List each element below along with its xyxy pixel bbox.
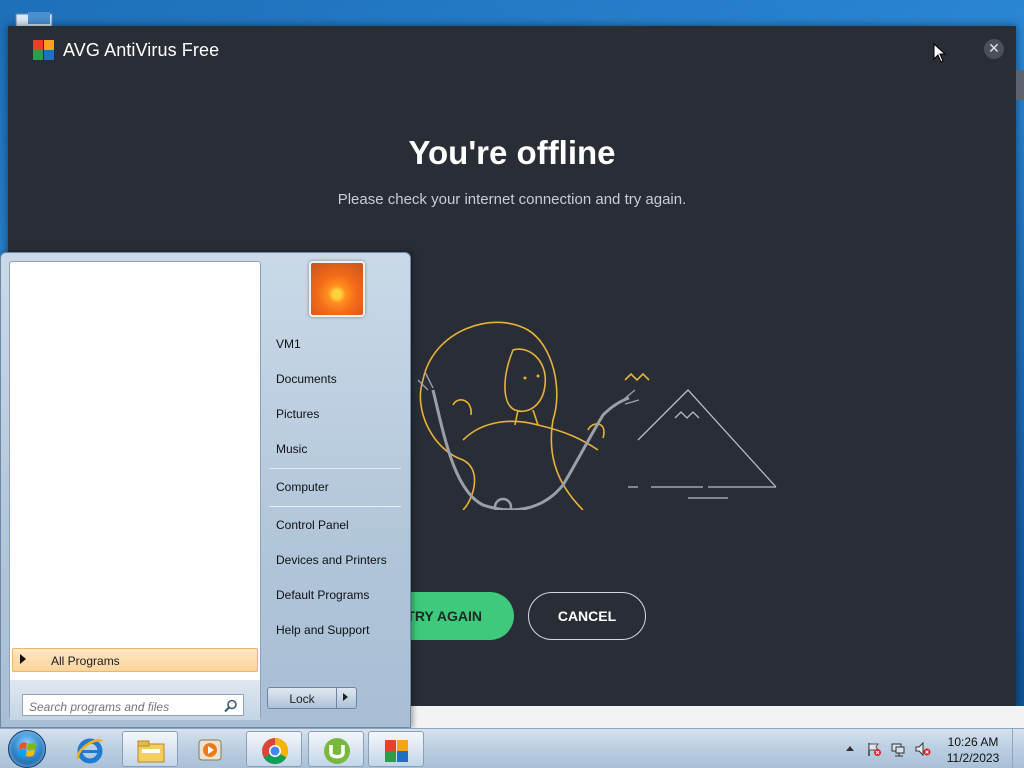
start-button[interactable] [8, 730, 46, 768]
avg-taskbar-button[interactable] [368, 731, 424, 767]
clock-time[interactable]: 10:26 AM [940, 735, 1006, 749]
menu-separator [269, 468, 401, 469]
start-item-control-panel[interactable]: Control Panel [276, 518, 349, 532]
window-titlebar[interactable]: AVG AntiVirus Free ✕ [8, 26, 1016, 74]
volume-muted-icon[interactable] [914, 741, 932, 757]
show-desktop-button[interactable] [1012, 729, 1024, 768]
avg-icon [385, 740, 408, 762]
windows-logo-icon [18, 742, 36, 757]
start-item-devices-printers[interactable]: Devices and Printers [276, 553, 387, 567]
media-player-button[interactable] [182, 731, 238, 767]
utorrent-button[interactable] [308, 731, 364, 767]
mouse-cursor-icon [933, 43, 947, 63]
utorrent-icon [324, 738, 350, 764]
start-item-computer[interactable]: Computer [276, 480, 329, 494]
close-button[interactable]: ✕ [984, 39, 1004, 59]
chrome-button[interactable] [246, 731, 302, 767]
start-item-music[interactable]: Music [276, 442, 307, 456]
window-title: AVG AntiVirus Free [63, 40, 220, 60]
search-icon[interactable] [224, 699, 238, 713]
right-arrow-icon [20, 654, 26, 664]
clock-date[interactable]: 11/2/2023 [940, 751, 1006, 765]
start-menu: All Programs VM1 Documents Pictures Musi… [0, 252, 411, 728]
file-explorer-icon [137, 740, 165, 763]
start-item-documents[interactable]: Documents [276, 372, 337, 386]
cancel-button[interactable]: CANCEL [528, 592, 646, 640]
desktop-computer-icon[interactable] [14, 8, 62, 28]
start-item-vm1[interactable]: VM1 [276, 337, 301, 351]
search-area [10, 680, 260, 720]
show-hidden-icons-icon[interactable] [846, 746, 854, 751]
media-player-icon [198, 739, 222, 761]
right-arrow-icon [343, 693, 348, 701]
all-programs-label: All Programs [51, 654, 120, 668]
offline-heading: You're offline [408, 134, 616, 171]
internet-explorer-button[interactable] [62, 731, 118, 767]
shutdown-options-button[interactable] [336, 688, 356, 708]
all-programs-button[interactable]: All Programs [12, 648, 258, 672]
user-picture[interactable] [309, 261, 365, 317]
programs-panel: All Programs [9, 261, 261, 720]
offline-message: Please check your internet connection an… [337, 191, 687, 208]
search-input[interactable] [22, 694, 244, 716]
chrome-icon [262, 737, 289, 765]
start-item-pictures[interactable]: Pictures [276, 407, 319, 421]
internet-explorer-icon [76, 738, 103, 764]
start-item-help-support[interactable]: Help and Support [276, 623, 369, 637]
taskbar: 10:26 AM 11/2/2023 [0, 728, 1024, 768]
network-icon[interactable] [890, 741, 906, 757]
background-window-edge [1016, 70, 1024, 100]
lock-label: Lock [289, 692, 315, 706]
background-window-strip [410, 706, 1024, 728]
file-explorer-button[interactable] [122, 731, 178, 767]
menu-separator [269, 506, 401, 507]
offline-illustration [417, 321, 777, 510]
lock-button[interactable]: Lock [267, 687, 357, 709]
avg-logo-icon [33, 40, 54, 60]
start-item-default-programs[interactable]: Default Programs [276, 588, 369, 602]
action-center-flag-icon[interactable] [866, 741, 882, 757]
